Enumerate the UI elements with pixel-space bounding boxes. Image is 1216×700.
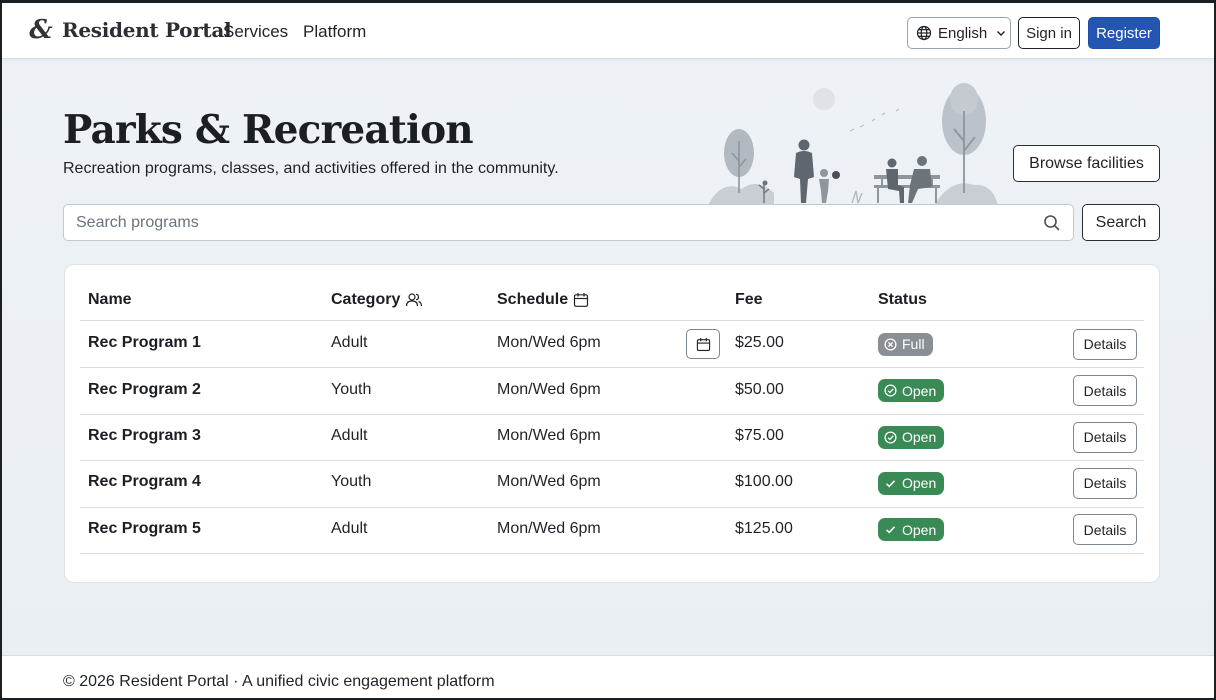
nav-link-services[interactable]: Services	[223, 22, 288, 42]
top-navigation-bar: & Resident Portal Services Platform Engl…	[2, 3, 1214, 59]
status-label: Open	[902, 475, 937, 492]
header-divider	[80, 320, 1144, 321]
status-badge: Open	[878, 379, 945, 403]
details-button[interactable]: Details	[1073, 375, 1137, 407]
status-badge: Open	[878, 425, 945, 449]
program-schedule: Mon/Wed 6pm	[497, 519, 601, 537]
program-schedule: Mon/Wed 6pm	[497, 427, 601, 444]
program-name[interactable]: Rec Program 5	[88, 520, 201, 538]
program-category: Youth	[331, 473, 372, 491]
column-header-name[interactable]: Name	[88, 291, 132, 309]
check-circle-icon	[884, 384, 902, 397]
users-icon	[406, 293, 423, 307]
register-button[interactable]: Register	[1088, 17, 1160, 49]
check-icon	[884, 523, 902, 536]
browse-facilities-button[interactable]: Browse facilities	[1013, 145, 1160, 182]
details-button[interactable]: Details	[1073, 328, 1137, 360]
program-category: Youth	[331, 380, 372, 398]
program-category: Adult	[331, 334, 368, 352]
program-name[interactable]: Rec Program 1	[88, 334, 201, 352]
program-schedule: Mon/Wed 6pm	[497, 334, 601, 352]
row-divider	[80, 413, 1144, 415]
chevron-down-icon	[997, 31, 1006, 36]
program-fee: $100.00	[735, 473, 793, 491]
footer: © 2026 Resident Portal · A unified civic…	[2, 655, 1214, 698]
program-fee: $125.00	[735, 519, 793, 537]
column-header-fee[interactable]: Fee	[735, 291, 763, 309]
program-name[interactable]: Rec Program 4	[88, 473, 201, 491]
page-frame: & Resident Portal Services Platform Engl…	[0, 0, 1216, 700]
details-button[interactable]: Details	[1073, 514, 1137, 546]
program-name[interactable]: Rec Program 3	[88, 427, 201, 445]
search-button[interactable]: Search	[1082, 204, 1160, 241]
page-subtitle: Recreation programs, classes, and activi…	[63, 160, 559, 177]
park-family-illustration-icon	[708, 83, 998, 205]
globe-icon	[916, 25, 932, 41]
footer-text: © 2026 Resident Portal · A unified civic…	[63, 673, 495, 690]
column-header-status[interactable]: Status	[878, 291, 927, 309]
row-divider	[80, 506, 1144, 508]
program-fee: $75.00	[735, 427, 784, 444]
status-badge: Open	[878, 518, 945, 542]
add-to-calendar-button[interactable]	[686, 329, 720, 360]
column-header-category[interactable]: Category	[331, 291, 423, 309]
status-badge: Open	[878, 471, 945, 495]
search-input[interactable]	[64, 205, 1024, 240]
status-label: Open	[902, 429, 937, 445]
logo-ampersand-icon[interactable]: &	[26, 15, 56, 45]
status-label: Open	[902, 521, 937, 538]
calendar-icon	[696, 337, 710, 351]
language-label: English	[938, 24, 988, 42]
search-field[interactable]	[63, 204, 1074, 241]
x-circle-icon	[884, 338, 902, 351]
nav-link-platform[interactable]: Platform	[303, 22, 366, 42]
row-divider	[80, 460, 1144, 462]
status-label: Full	[902, 336, 925, 353]
program-fee: $50.00	[735, 380, 784, 398]
check-circle-icon	[884, 430, 902, 444]
program-category: Adult	[331, 427, 368, 444]
check-icon	[884, 477, 902, 490]
program-fee: $25.00	[735, 334, 784, 352]
row-divider	[80, 553, 1144, 554]
page-title: Parks & Recreation	[63, 107, 474, 153]
language-select[interactable]: English	[907, 17, 1011, 49]
calendar-icon	[574, 293, 589, 307]
search-icon[interactable]	[1043, 214, 1061, 232]
status-badge: Full	[878, 332, 933, 356]
program-schedule: Mon/Wed 6pm	[497, 380, 601, 398]
details-button[interactable]: Details	[1073, 421, 1137, 453]
program-schedule: Mon/Wed 6pm	[497, 473, 601, 491]
program-name[interactable]: Rec Program 2	[88, 381, 201, 399]
program-category: Adult	[331, 519, 368, 537]
row-divider	[80, 367, 1144, 369]
column-header-schedule[interactable]: Schedule	[497, 291, 589, 309]
programs-table: Name Category Schedule Fee Status Rec Pr…	[64, 264, 1160, 583]
status-label: Open	[902, 382, 937, 399]
brand-name[interactable]: Resident Portal	[62, 18, 232, 42]
details-button[interactable]: Details	[1073, 467, 1137, 499]
sign-in-button[interactable]: Sign in	[1018, 17, 1080, 49]
